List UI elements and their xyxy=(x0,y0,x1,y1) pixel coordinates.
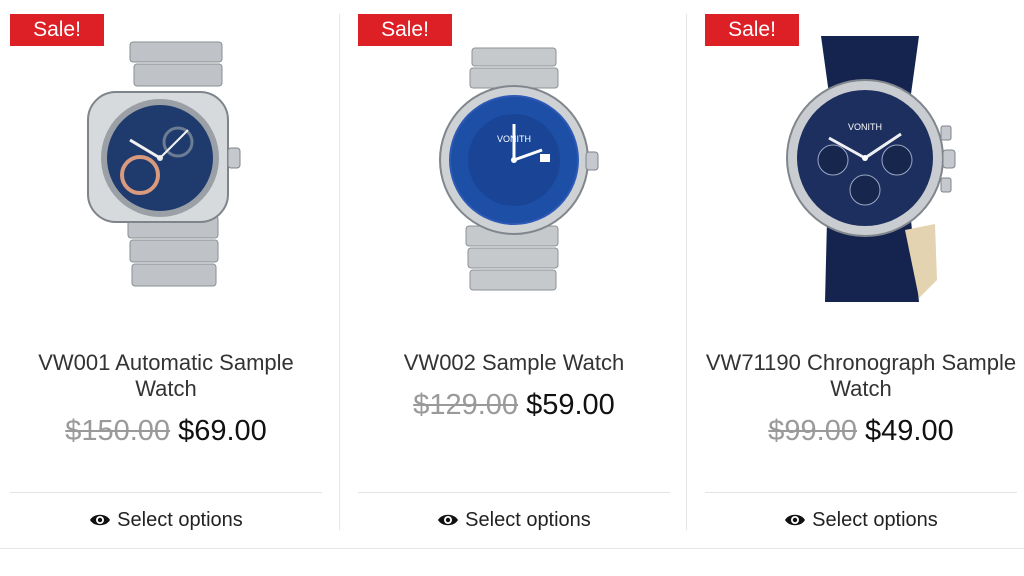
divider xyxy=(705,492,1017,493)
select-options-label: Select options xyxy=(465,509,591,531)
eye-icon xyxy=(89,507,111,535)
select-options-label: Select options xyxy=(812,509,938,531)
column-separator xyxy=(686,14,687,530)
watch-illustration-1 xyxy=(87,41,241,287)
product-grid: Sale! VW001 Automatic Sample Watch $150.… xyxy=(0,0,1024,548)
old-price: $99.00 xyxy=(768,415,857,447)
sale-price: $69.00 xyxy=(178,415,267,447)
price: $150.00 $69.00 xyxy=(10,414,322,448)
product-card-3: Sale! VONITH VW71190 Chronograph Sample … xyxy=(705,0,1024,548)
eye-icon xyxy=(784,507,806,535)
select-options-button[interactable]: Select options xyxy=(705,506,1017,535)
product-image-2[interactable]: VONITH xyxy=(358,30,678,330)
product-image-1[interactable] xyxy=(10,30,330,330)
watch-illustration-2: VONITH xyxy=(439,47,599,291)
product-title[interactable]: VW71190 Chronograph Sample Watch xyxy=(705,350,1017,402)
old-price: $150.00 xyxy=(65,415,171,447)
product-title[interactable]: VW002 Sample Watch xyxy=(358,350,670,376)
select-options-button[interactable]: Select options xyxy=(10,506,322,535)
product-card-1: Sale! VW001 Automatic Sample Watch $150.… xyxy=(10,0,330,548)
old-price: $129.00 xyxy=(413,389,519,421)
select-options-label: Select options xyxy=(117,509,243,531)
column-separator xyxy=(339,14,340,530)
divider xyxy=(358,492,670,493)
select-options-button[interactable]: Select options xyxy=(358,506,670,535)
product-card-2: Sale! VONITH VW002 xyxy=(358,0,678,548)
divider xyxy=(10,492,322,493)
sale-price: $49.00 xyxy=(865,415,954,447)
bottom-divider xyxy=(0,548,1024,549)
sale-price: $59.00 xyxy=(526,389,615,421)
product-title[interactable]: VW001 Automatic Sample Watch xyxy=(10,350,322,402)
eye-icon xyxy=(437,507,459,535)
dial-logo: VONITH xyxy=(848,122,882,132)
price: $129.00 $59.00 xyxy=(358,388,670,422)
product-image-3[interactable]: VONITH xyxy=(705,30,1024,330)
watch-illustration-3: VONITH xyxy=(786,36,956,302)
price: $99.00 $49.00 xyxy=(705,414,1017,448)
